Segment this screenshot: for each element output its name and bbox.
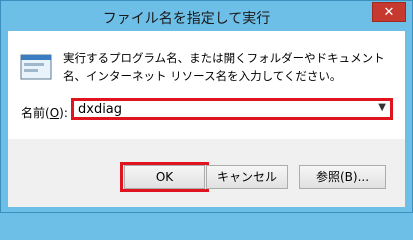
open-label: 名前(O): — [21, 104, 68, 121]
open-label-prefix: 名前( — [21, 106, 50, 120]
ok-button[interactable]: OK — [124, 165, 205, 189]
title-bar[interactable]: ファイル名を指定して実行 ✕ — [1, 1, 412, 31]
run-dialog: ファイル名を指定して実行 ✕ 実行するプログラム名、または開くフォルダーやドキュ… — [0, 0, 413, 213]
instruction-text: 実行するプログラム名、または開くフォルダーやドキュメント名、インターネット リソ… — [63, 51, 385, 83]
cancel-button[interactable]: キャンセル — [206, 165, 288, 189]
close-button[interactable]: ✕ — [372, 2, 406, 22]
window-title: ファイル名を指定して実行 — [102, 11, 271, 27]
chevron-down-icon[interactable]: ▼ — [378, 102, 386, 113]
run-icon — [20, 54, 52, 80]
dialog-body: 実行するプログラム名、または開くフォルダーやドキュメント名、インターネット リソ… — [8, 31, 405, 139]
button-bar: OK キャンセル 参照(B)... — [8, 139, 405, 207]
open-label-suffix: ): — [59, 106, 68, 120]
open-combobox[interactable]: dxdiag ▼ — [71, 98, 393, 120]
open-input[interactable]: dxdiag — [78, 102, 122, 117]
browse-button[interactable]: 参照(B)... — [299, 165, 386, 189]
open-label-accesskey: O — [49, 106, 60, 120]
